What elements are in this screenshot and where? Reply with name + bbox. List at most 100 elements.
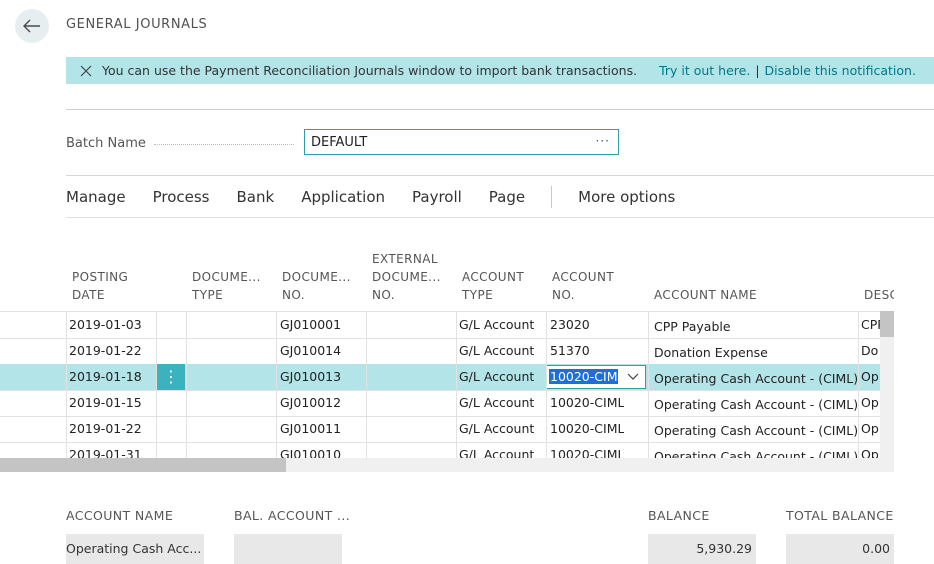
column-divider xyxy=(66,311,67,458)
row-actions-button[interactable]: ⋮ xyxy=(157,364,185,390)
cell-account-type[interactable]: G/L Account xyxy=(459,390,534,416)
cell-description[interactable]: CPP xyxy=(861,312,880,338)
header-line: DOCUME... xyxy=(372,270,441,284)
notification-separator: | xyxy=(755,63,760,78)
header-line: NO. xyxy=(282,288,305,302)
cell-description[interactable]: Op xyxy=(861,364,880,390)
column-divider xyxy=(156,311,157,458)
cell-account-type[interactable]: G/L Account xyxy=(459,416,534,442)
table-row-selected[interactable]: 2019-01-18 ⋮ GJ010013 G/L Account 10020-… xyxy=(0,364,880,391)
menu-manage[interactable]: Manage xyxy=(66,188,126,206)
cell-account-name[interactable]: Operating Cash Account - (CIML) xyxy=(654,444,858,459)
table-row[interactable]: 2019-01-22 GJ010014 G/L Account 51370 Do… xyxy=(0,338,880,365)
field-leader-dots xyxy=(154,144,294,145)
col-header-description[interactable]: DESC xyxy=(864,286,894,304)
batch-name-input[interactable]: DEFAULT ··· xyxy=(304,129,619,155)
account-name-field: Operating Cash Acc... xyxy=(66,534,204,564)
account-no-selected-text: 10020-CIM xyxy=(549,369,619,384)
menu-bank[interactable]: Bank xyxy=(237,188,275,206)
cell-account-type[interactable]: G/L Account xyxy=(459,312,534,338)
menu-payroll[interactable]: Payroll xyxy=(412,188,462,206)
horizontal-scroll-thumb[interactable] xyxy=(0,458,286,472)
menu-page[interactable]: Page xyxy=(489,188,525,206)
header-line: NO. xyxy=(372,288,395,302)
header-line: TYPE xyxy=(192,288,224,302)
cell-account-type[interactable]: G/L Account xyxy=(459,442,534,459)
table-row[interactable]: 2019-01-22 GJ010011 G/L Account 10020-CI… xyxy=(0,416,880,443)
header-line: EXTERNAL xyxy=(372,252,438,266)
menu-separator xyxy=(551,186,553,208)
cell-account-no[interactable]: 23020 xyxy=(550,312,590,338)
header-line: NO. xyxy=(552,288,575,302)
cell-account-name[interactable]: Operating Cash Account - (CIML) xyxy=(654,366,858,392)
col-header-posting-date[interactable]: POSTING DATE xyxy=(72,268,128,304)
cell-document-no[interactable]: GJ010013 xyxy=(280,364,341,390)
cell-account-no[interactable]: 51370 xyxy=(550,338,590,364)
col-header-account-name[interactable]: ACCOUNT NAME xyxy=(654,286,757,304)
header-line: ACCOUNT xyxy=(552,270,615,284)
account-name-value: Operating Cash Acc... xyxy=(66,541,202,556)
vertical-scroll-thumb[interactable] xyxy=(880,311,894,337)
col-header-account-type[interactable]: ACCOUNT TYPE xyxy=(462,268,524,304)
bal-account-field xyxy=(234,534,342,564)
notification-message: You can use the Payment Reconciliation J… xyxy=(102,63,638,78)
try-it-link[interactable]: Try it out here. xyxy=(659,63,750,78)
cell-document-no[interactable]: GJ010014 xyxy=(280,338,341,364)
header-line: DESC xyxy=(864,288,894,302)
cell-account-type[interactable]: G/L Account xyxy=(459,338,534,364)
cell-account-no[interactable]: 10020-CIML xyxy=(550,442,624,459)
table-row[interactable]: 2019-01-03 GJ010001 G/L Account 23020 CP… xyxy=(0,312,880,339)
column-divider xyxy=(456,311,457,458)
cell-account-type[interactable]: G/L Account xyxy=(459,364,534,390)
header-line: DOCUME... xyxy=(282,270,351,284)
cell-posting-date[interactable]: 2019-01-18 xyxy=(69,364,142,390)
cell-account-name[interactable]: Operating Cash Account - (CIML) xyxy=(654,418,858,444)
cell-posting-date[interactable]: 2019-01-31 xyxy=(69,442,142,459)
cell-account-no[interactable]: 10020-CIML xyxy=(550,390,624,416)
cell-document-no[interactable]: GJ010001 xyxy=(280,312,341,338)
divider xyxy=(66,217,934,218)
cell-description[interactable]: Op xyxy=(861,390,880,416)
disable-notification-link[interactable]: Disable this notification. xyxy=(765,63,916,78)
close-icon[interactable] xyxy=(80,65,92,77)
cell-posting-date[interactable]: 2019-01-15 xyxy=(69,390,142,416)
chevron-down-icon[interactable] xyxy=(627,373,639,381)
table-row[interactable]: 2019-01-15 GJ010012 G/L Account 10020-CI… xyxy=(0,390,880,417)
account-name-label: ACCOUNT NAME xyxy=(66,508,174,523)
divider xyxy=(66,109,934,110)
balance-field: 5,930.29 xyxy=(648,534,756,564)
cell-document-no[interactable]: GJ010010 xyxy=(280,442,341,459)
cell-description[interactable]: Op xyxy=(861,416,880,442)
header-line: ACCOUNT NAME xyxy=(654,288,758,302)
col-header-account-no[interactable]: ACCOUNT NO. xyxy=(552,268,614,304)
cell-account-name[interactable]: Donation Expense xyxy=(654,340,768,366)
cell-account-name[interactable]: Operating Cash Account - (CIML) xyxy=(654,392,858,418)
action-bar: Manage Process Bank Application Payroll … xyxy=(66,186,702,208)
back-button[interactable] xyxy=(15,9,49,43)
lookup-ellipsis-icon[interactable]: ··· xyxy=(596,134,610,148)
header-line: TYPE xyxy=(462,288,494,302)
cell-account-name[interactable]: CPP Payable xyxy=(654,314,731,340)
cell-document-no[interactable]: GJ010011 xyxy=(280,416,341,442)
column-divider xyxy=(546,311,547,458)
cell-document-no[interactable]: GJ010012 xyxy=(280,390,341,416)
table-row[interactable]: 2019-01-31 GJ010010 G/L Account 10020-CI… xyxy=(0,442,880,459)
cell-posting-date[interactable]: 2019-01-22 xyxy=(69,416,142,442)
notification-bar: You can use the Payment Reconciliation J… xyxy=(66,57,934,84)
col-header-document-type[interactable]: DOCUME... TYPE xyxy=(192,268,261,304)
page-title: GENERAL JOURNALS xyxy=(66,17,208,32)
cell-account-no[interactable]: 10020-CIML xyxy=(550,416,624,442)
total-balance-label: TOTAL BALANCE xyxy=(786,508,894,523)
col-header-external-document-no[interactable]: EXTERNAL DOCUME... NO. xyxy=(372,250,441,304)
account-no-input[interactable]: 10020-CIM xyxy=(546,365,646,389)
menu-more-options[interactable]: More options xyxy=(578,188,675,206)
header-line: ACCOUNT xyxy=(462,270,525,284)
column-divider xyxy=(366,311,367,458)
cell-description[interactable]: Op xyxy=(861,442,880,459)
cell-description[interactable]: Do xyxy=(861,338,880,364)
menu-application[interactable]: Application xyxy=(301,188,385,206)
cell-posting-date[interactable]: 2019-01-03 xyxy=(69,312,142,338)
col-header-document-no[interactable]: DOCUME... NO. xyxy=(282,268,351,304)
cell-posting-date[interactable]: 2019-01-22 xyxy=(69,338,142,364)
menu-process[interactable]: Process xyxy=(153,188,210,206)
